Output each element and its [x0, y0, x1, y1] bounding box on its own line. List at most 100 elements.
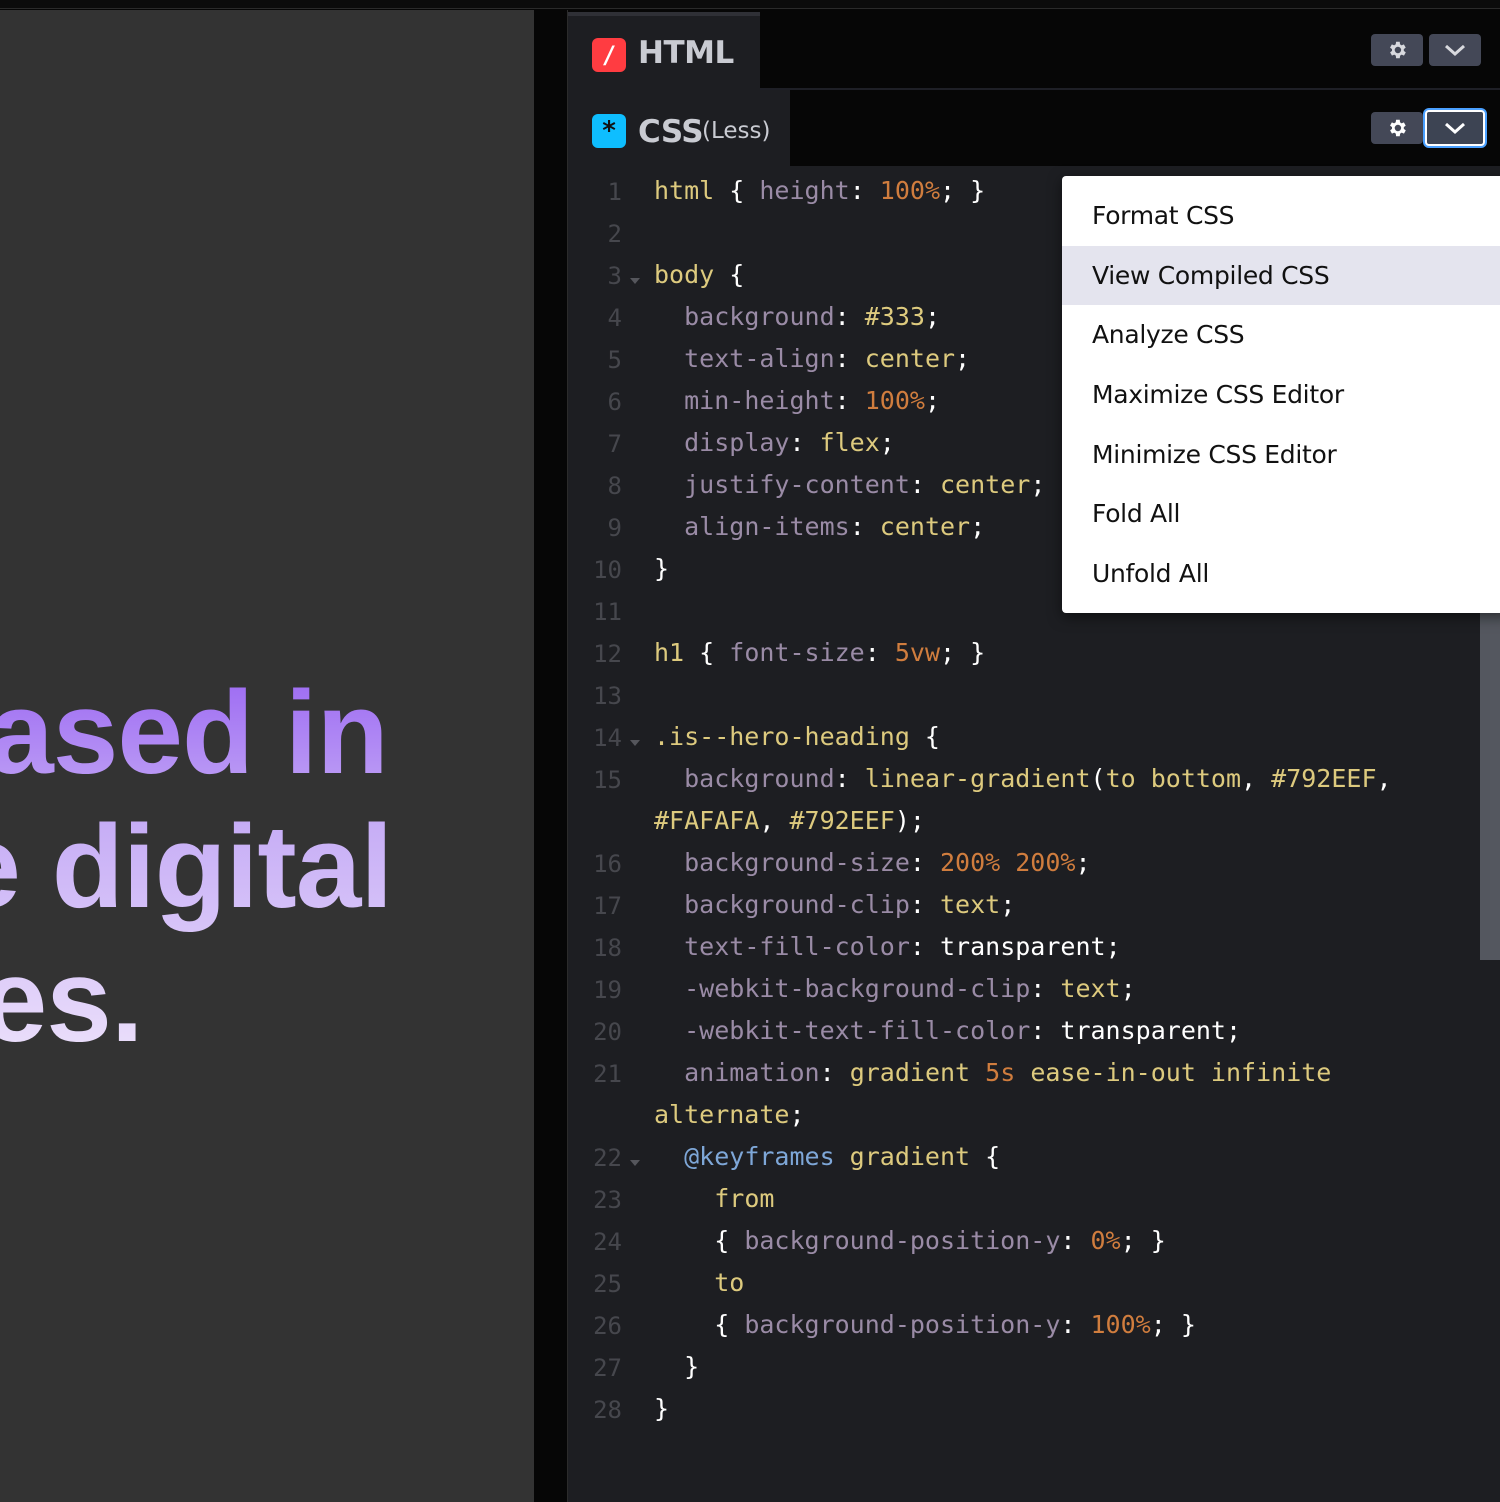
line-number: 19 [593, 976, 622, 1004]
line-number: 18 [593, 934, 622, 962]
code-line: body { [654, 260, 744, 289]
code-token: { [714, 176, 760, 205]
chevron-down-icon [1445, 44, 1465, 57]
code-token: : [834, 302, 865, 331]
code-token: text [1060, 974, 1121, 1003]
html-editor-title: HTML [638, 35, 734, 71]
line-number: 14 [593, 724, 622, 752]
code-line: } [654, 554, 669, 583]
html-editor-header: / HTML [568, 10, 1500, 90]
code-token: display [684, 428, 790, 457]
code-token: { [684, 638, 730, 667]
code-token: 0% [1090, 1226, 1121, 1255]
code-token: background-clip [684, 890, 910, 919]
code-token: to [714, 1268, 745, 1297]
code-token: 5s [985, 1058, 1016, 1087]
code-line: -webkit-text-fill-color: transparent; [654, 1016, 1241, 1045]
fold-arrow-icon[interactable] [628, 1158, 642, 1168]
code-line: #FAFAFA, #792EEF); [654, 806, 925, 835]
menu-item-unfold-all[interactable]: Unfold All [1062, 544, 1500, 604]
code-token: min-height [684, 386, 835, 415]
code-token: animation [684, 1058, 820, 1087]
menu-item-fold-all[interactable]: Fold All [1062, 484, 1500, 544]
code-line: } [654, 1394, 669, 1423]
line-number: 15 [593, 766, 622, 794]
code-token: ; [1225, 1016, 1242, 1045]
code-line: justify-content: center; [654, 470, 1045, 499]
code-token: ; [1075, 848, 1091, 877]
code-token: , [759, 806, 790, 835]
code-line: animation: gradient 5s ease-in-out infin… [654, 1058, 1331, 1087]
menu-item-view-compiled-css[interactable]: View Compiled CSS [1062, 245, 1500, 306]
code-token: center [879, 512, 971, 541]
code-token: transparent [940, 932, 1106, 961]
code-line: background-size: 200% 200%; [654, 848, 1091, 877]
code-line: { background-position-y: 0%; } [654, 1226, 1166, 1255]
code-line: text-fill-color: transparent; [654, 932, 1121, 961]
code-token: : [864, 638, 895, 667]
line-number: 12 [593, 640, 622, 668]
code-line: .is--hero-heading { [654, 722, 940, 751]
code-token: ; [789, 1100, 805, 1129]
code-token: 100% [1090, 1310, 1151, 1339]
code-token: : [1030, 1016, 1061, 1045]
code-line: text-align: center; [654, 344, 970, 373]
gear-icon [1390, 41, 1406, 59]
code-token: ); [894, 806, 925, 835]
code-line: from [654, 1184, 774, 1213]
code-token: ; [970, 512, 986, 541]
code-token: : [834, 344, 865, 373]
code-token: ; [924, 302, 941, 331]
menu-item-maximize-css-editor[interactable]: Maximize CSS Editor [1062, 365, 1500, 425]
code-token: #792EEF [789, 806, 895, 835]
line-number: 11 [593, 598, 622, 626]
code-token: ; } [1150, 1310, 1196, 1339]
code-token: .is--hero-heading [654, 722, 910, 751]
code-line: background: #333; [654, 302, 940, 331]
menu-item-analyze-css[interactable]: Analyze CSS [1062, 305, 1500, 365]
preview-pane: based in te digital ces. [0, 10, 534, 1502]
code-line: @keyframes gradient { [654, 1142, 1000, 1171]
html-dropdown-button[interactable] [1429, 34, 1481, 66]
menu-item-format-css[interactable]: Format CSS [1062, 186, 1500, 246]
code-token: : [834, 764, 865, 793]
code-line: display: flex; [654, 428, 895, 457]
code-token: ; } [1120, 1226, 1166, 1255]
code-token: h1 [654, 638, 685, 667]
code-token: from [714, 1184, 775, 1213]
code-token: text-fill-color [684, 932, 910, 961]
line-number: 20 [593, 1018, 622, 1046]
code-token: background-size [684, 848, 910, 877]
css-preprocessor-label: (Less) [702, 118, 771, 144]
pane-resize-handle[interactable] [534, 10, 568, 1502]
fold-arrow-icon[interactable] [628, 738, 642, 748]
code-token: : [849, 512, 880, 541]
fold-arrow-icon[interactable] [628, 276, 642, 286]
code-token: #333 [864, 302, 925, 331]
code-line: { background-position-y: 100%; } [654, 1310, 1196, 1339]
line-number: 3 [607, 262, 622, 290]
hero-line: ces. [0, 935, 143, 1067]
code-token: justify-content [684, 470, 910, 499]
code-token: { [970, 1142, 1001, 1171]
code-token: ( [1090, 764, 1106, 793]
code-token: } [654, 1394, 670, 1423]
line-number: 23 [593, 1186, 622, 1214]
code-line: to [654, 1268, 744, 1297]
menu-item-minimize-css-editor[interactable]: Minimize CSS Editor [1062, 425, 1500, 485]
line-number: 17 [593, 892, 622, 920]
css-settings-button[interactable] [1371, 112, 1423, 144]
css-dropdown-button[interactable] [1425, 110, 1485, 146]
html-settings-button[interactable] [1371, 34, 1423, 66]
code-token: transparent [1060, 1016, 1226, 1045]
tab-html[interactable]: / HTML [568, 12, 760, 90]
code-token: , [1241, 764, 1272, 793]
gear-icon [1390, 119, 1406, 137]
tab-css[interactable]: * CSS (Less) [568, 90, 790, 166]
code-token: ; [1030, 470, 1046, 499]
